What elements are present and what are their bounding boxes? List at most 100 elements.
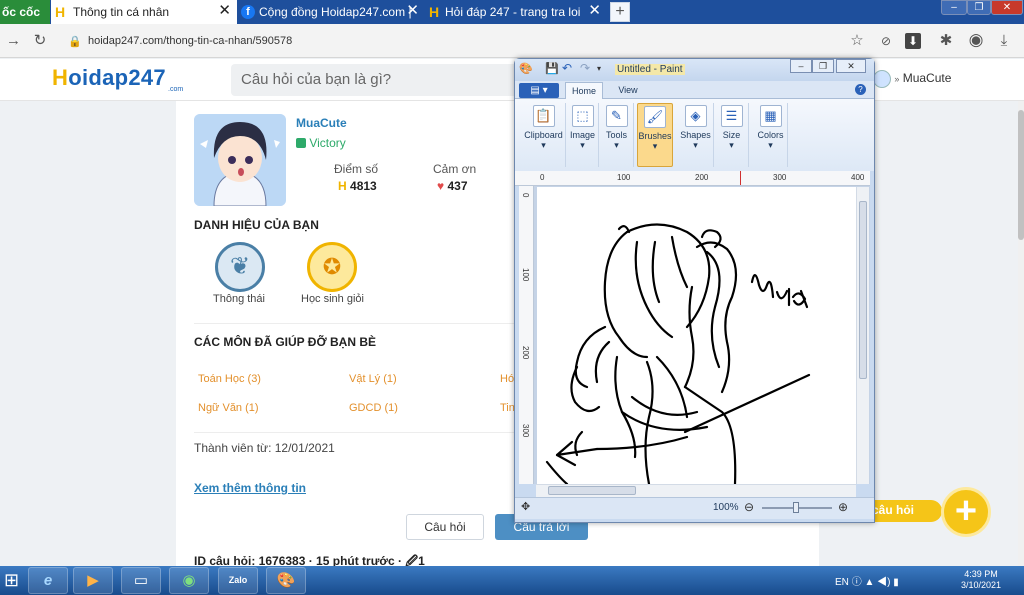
ribbon-group-shapes[interactable]: ◈ Shapes ▾ bbox=[678, 103, 714, 167]
points-icon: H bbox=[338, 179, 347, 193]
site-logo[interactable]: Hoidap247 bbox=[52, 65, 166, 91]
tab-answer-page[interactable]: H Hỏi đáp 247 - trang tra loi ✕ bbox=[425, 0, 607, 24]
close-tab-icon[interactable]: ✕ bbox=[406, 3, 419, 19]
ruler-tick-label: 0 bbox=[540, 173, 545, 182]
volume-icon[interactable]: ◀) bbox=[877, 577, 890, 588]
puzzle-extensions-icon[interactable]: ✱ bbox=[938, 33, 954, 49]
zoom-in-button[interactable]: ⊕ bbox=[838, 500, 848, 514]
paint-minimize-button[interactable]: – bbox=[790, 59, 812, 73]
ruler-tick-label: 100 bbox=[521, 268, 530, 282]
scrollbar-thumb[interactable] bbox=[859, 201, 867, 379]
ruler-tick-label: 200 bbox=[521, 346, 530, 360]
close-window-button[interactable]: ✕ bbox=[991, 0, 1023, 15]
subject-link[interactable]: Hó bbox=[500, 373, 514, 385]
ruler-tick-label: 200 bbox=[695, 173, 709, 182]
profile-username[interactable]: MuaCute bbox=[296, 116, 347, 130]
canvas-horizontal-scrollbar[interactable] bbox=[536, 484, 856, 497]
paint-app-icon: 🎨 bbox=[519, 63, 533, 75]
download-arrow-icon[interactable]: ⤓ bbox=[996, 33, 1012, 49]
ribbon-group-size[interactable]: ☰ Size ▾ bbox=[715, 103, 749, 167]
tab-view[interactable]: View bbox=[613, 82, 643, 100]
help-tray-icon[interactable]: ⓘ bbox=[852, 577, 862, 588]
paint-icon[interactable]: 🎨 bbox=[266, 567, 306, 594]
signal-icon[interactable]: ▮ bbox=[893, 577, 899, 588]
ruler-tick-label: 300 bbox=[521, 424, 530, 438]
close-tab-icon[interactable]: ✕ bbox=[218, 3, 231, 19]
extension-badge-icon[interactable]: ⊘ bbox=[877, 33, 895, 49]
ribbon-group-brushes[interactable]: 🖌 Brushes ▾ bbox=[637, 103, 673, 167]
thanks-label: Cảm ơn bbox=[433, 162, 477, 176]
ask-question-plus-button[interactable]: + bbox=[941, 487, 991, 537]
redo-icon[interactable]: ↷ bbox=[580, 61, 590, 75]
tab-profile[interactable]: H Thông tin cá nhân ✕ bbox=[51, 0, 237, 24]
tab-community[interactable]: f Cộng đồng Hoidap247.com | ✕ bbox=[237, 0, 425, 24]
clock-date: 3/10/2021 bbox=[960, 580, 1002, 590]
undo-icon[interactable]: ↶ bbox=[562, 61, 572, 75]
canvas-vertical-scrollbar[interactable] bbox=[856, 187, 869, 484]
bookmark-star-icon[interactable]: ☆ bbox=[849, 33, 865, 49]
divider bbox=[194, 432, 514, 433]
coccoc-brand-tab[interactable]: ốc cốc bbox=[0, 0, 50, 24]
tab-questions[interactable]: Câu hỏi bbox=[406, 514, 484, 540]
subject-link[interactable]: Tin bbox=[500, 402, 515, 414]
user-avatar-icon bbox=[873, 70, 891, 88]
close-tab-icon[interactable]: ✕ bbox=[588, 3, 601, 19]
rank-label: Victory bbox=[309, 136, 346, 150]
forward-icon[interactable]: → bbox=[6, 33, 21, 49]
ribbon-group-colors[interactable]: ▦ Colors ▾ bbox=[754, 103, 788, 167]
drawing-canvas[interactable] bbox=[537, 187, 856, 484]
heart-icon: ♥ bbox=[437, 179, 445, 193]
vertical-ruler bbox=[519, 186, 534, 484]
medal-icon[interactable]: ✪ bbox=[307, 242, 357, 292]
zalo-icon[interactable]: Zalo bbox=[218, 567, 258, 594]
subject-link[interactable]: Ngữ Văn (1) bbox=[198, 402, 259, 414]
url-field[interactable]: hoidap247.com/thong-tin-ca-nhan/590578 bbox=[88, 35, 292, 47]
hoidap-favicon-icon: H bbox=[429, 4, 440, 20]
start-button[interactable]: ⊞ bbox=[4, 569, 28, 591]
clipboard-icon: 📋 bbox=[532, 105, 555, 127]
zoom-slider-thumb[interactable] bbox=[793, 502, 799, 513]
ruler-tick-label: 0 bbox=[521, 193, 530, 198]
more-info-link[interactable]: Xem thêm thông tin bbox=[194, 481, 306, 495]
paint-file-menu-button[interactable]: ▤ ▾ bbox=[519, 83, 559, 98]
coccoc-icon[interactable]: ◉ bbox=[169, 567, 209, 594]
ribbon-group-clipboard[interactable]: 📋 Clipboard ▾ bbox=[522, 103, 566, 167]
wheat-icon[interactable]: ❦ bbox=[215, 242, 265, 292]
help-icon[interactable]: ? bbox=[855, 84, 866, 95]
image-select-icon: ⬚ bbox=[571, 105, 594, 127]
account-icon[interactable]: ◉ bbox=[967, 31, 985, 48]
colors-icon: ▦ bbox=[759, 105, 782, 127]
computer-icon[interactable]: ▭ bbox=[121, 567, 161, 594]
new-tab-button[interactable]: + bbox=[610, 2, 630, 22]
page-scrollbar-thumb[interactable] bbox=[1018, 110, 1024, 240]
minimize-window-button[interactable]: – bbox=[941, 0, 967, 15]
paint-maximize-button[interactable]: ❐ bbox=[812, 59, 834, 73]
media-player-icon[interactable]: ▶ bbox=[73, 567, 113, 594]
search-input[interactable]: Câu hỏi của bạn là gì? bbox=[231, 64, 521, 96]
quick-access-chevron-icon[interactable]: ▾ bbox=[597, 64, 601, 73]
download-icon[interactable]: ⬇ bbox=[905, 33, 921, 49]
subject-link[interactable]: Vật Lý (1) bbox=[349, 373, 397, 385]
cursor-position-icon: ✥ bbox=[521, 501, 531, 513]
header-user-menu[interactable]: » MuaCute bbox=[873, 70, 993, 90]
ruler-tick-label: 400 bbox=[851, 173, 865, 182]
tab-home[interactable]: Home bbox=[565, 82, 603, 100]
maximize-window-button[interactable]: ❐ bbox=[967, 0, 991, 15]
brand-label: ốc cốc bbox=[2, 5, 41, 19]
ribbon-group-tools[interactable]: ✎ Tools ▾ bbox=[600, 103, 634, 167]
zoom-out-button[interactable]: ⊖ bbox=[744, 500, 754, 514]
reload-icon[interactable]: ↻ bbox=[33, 33, 47, 49]
taskbar-clock[interactable]: 4:39 PM 3/10/2021 bbox=[956, 569, 1006, 591]
scrollbar-thumb[interactable] bbox=[548, 486, 636, 495]
paint-title: Untitled - Paint bbox=[615, 64, 685, 75]
paint-close-button[interactable]: ✕ bbox=[836, 59, 866, 73]
subject-link[interactable]: GDCD (1) bbox=[349, 402, 398, 414]
rank-icon bbox=[296, 138, 306, 148]
language-indicator[interactable]: EN bbox=[835, 577, 849, 588]
subject-link[interactable]: Toán Học (3) bbox=[198, 373, 261, 385]
save-icon[interactable]: 💾 bbox=[545, 62, 559, 75]
network-icon[interactable]: ▲ bbox=[864, 577, 874, 588]
ie-icon[interactable]: e bbox=[28, 567, 68, 594]
lock-icon: 🔒 bbox=[68, 36, 82, 48]
ribbon-group-image[interactable]: ⬚ Image ▾ bbox=[567, 103, 599, 167]
